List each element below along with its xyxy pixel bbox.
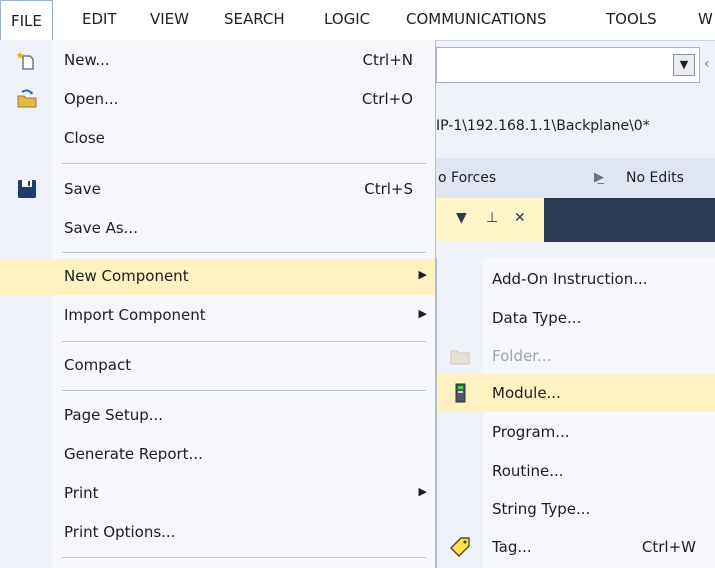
edits-status[interactable]: No Edits — [626, 170, 684, 186]
module-icon — [455, 383, 466, 403]
menu-item-label: Save As... — [64, 219, 138, 237]
toolbar-overflow-icon: ‹ — [704, 56, 710, 72]
menu-item-print-options[interactable]: Print Options... — [0, 515, 435, 551]
menu-item-label: Save — [64, 180, 101, 198]
menu-item-save[interactable]: Save Ctrl+S — [0, 172, 435, 208]
file-menu: New... Ctrl+N Open... Ctrl+O Close Save … — [0, 40, 436, 568]
menu-item-open[interactable]: Open... Ctrl+O — [0, 82, 435, 118]
menu-separator — [62, 252, 426, 254]
menu-item-label: Generate Report... — [64, 445, 203, 463]
menu-item-shortcut: Ctrl+N — [362, 51, 413, 69]
menu-separator — [62, 163, 426, 165]
menu-item-label: New... — [64, 51, 110, 69]
submenu-item-routine[interactable]: Routine... — [437, 452, 715, 490]
menu-communications[interactable]: COMMUNICATIONS — [406, 10, 547, 28]
menu-search[interactable]: SEARCH — [224, 10, 285, 28]
menu-item-label: Open... — [64, 90, 119, 108]
menu-item-save-as[interactable]: Save As... — [0, 211, 435, 247]
submenu-arrow-icon: ▶ — [418, 307, 427, 320]
submenu-item-label: Data Type... — [492, 309, 582, 327]
menu-item-new[interactable]: New... Ctrl+N — [0, 43, 435, 79]
submenu-item-label: Tag... — [492, 538, 532, 556]
menu-window[interactable]: W — [698, 10, 713, 28]
submenu-item-string-type[interactable]: String Type... — [437, 490, 715, 528]
menu-item-label: Close — [64, 129, 105, 147]
pin-icon[interactable]: ⊥ — [486, 210, 498, 226]
menu-item-label: Compact — [64, 356, 132, 374]
menu-item-print[interactable]: Print ▶ — [0, 476, 435, 512]
tag-icon — [450, 537, 470, 557]
menu-edit[interactable]: EDIT — [82, 10, 117, 28]
menu-separator — [62, 341, 426, 343]
edits-dropdown-icon[interactable]: ▶̲ — [594, 170, 604, 185]
menu-item-page-setup[interactable]: Page Setup... — [0, 398, 435, 434]
submenu-item-folder: Folder... — [437, 337, 715, 375]
controller-path: IP-1\192.168.1.1\Backplane\0* — [436, 118, 650, 134]
save-disk-icon — [18, 180, 36, 198]
menu-item-new-component[interactable]: New Component ▶ — [0, 259, 435, 295]
submenu-item-program[interactable]: Program... — [437, 413, 715, 451]
submenu-item-tag[interactable]: Tag... Ctrl+W — [437, 528, 715, 566]
menu-item-label: Print Options... — [64, 523, 176, 541]
submenu-arrow-icon: ▶ — [418, 268, 427, 281]
submenu-item-label: Add-On Instruction... — [492, 270, 648, 288]
menu-separator — [62, 557, 426, 559]
new-file-icon — [16, 51, 34, 70]
menu-item-label: Import Component — [64, 306, 206, 324]
menu-item-compact[interactable]: Compact — [0, 348, 435, 384]
menu-item-label: Print — [64, 484, 99, 502]
menu-view[interactable]: VIEW — [150, 10, 189, 28]
submenu-item-label: Module... — [492, 384, 561, 402]
menu-bar: FILE EDIT VIEW SEARCH LOGIC COMMUNICATIO… — [0, 0, 715, 41]
submenu-arrow-icon: ▶ — [418, 485, 427, 498]
submenu-item-label: Folder... — [492, 347, 552, 365]
submenu-item-shortcut: Ctrl+W — [641, 538, 696, 556]
menu-item-shortcut: Ctrl+O — [361, 90, 413, 108]
menu-tools[interactable]: TOOLS — [606, 10, 657, 28]
submenu-item-module[interactable]: Module... — [437, 374, 715, 412]
menu-file[interactable]: FILE — [0, 0, 53, 40]
menu-item-label: Page Setup... — [64, 406, 164, 424]
pane-tab: ▼ ⊥ ✕ — [436, 198, 544, 242]
menu-item-label: New Component — [64, 267, 189, 285]
close-icon[interactable]: ✕ — [514, 210, 526, 226]
submenu-item-label: Program... — [492, 423, 570, 441]
path-combo[interactable]: ▼ — [436, 47, 700, 83]
submenu-item-label: Routine... — [492, 462, 564, 480]
menu-item-import-component[interactable]: Import Component ▶ — [0, 298, 435, 334]
open-folder-icon — [17, 89, 37, 108]
forces-status[interactable]: o Forces — [438, 170, 496, 186]
submenu-item-add-on-instruction[interactable]: Add-On Instruction... — [437, 260, 715, 298]
menu-separator — [62, 390, 426, 392]
new-component-submenu: Add-On Instruction... Data Type... Folde… — [436, 258, 715, 568]
menu-logic[interactable]: LOGIC — [324, 10, 370, 28]
folder-icon — [450, 350, 470, 365]
menu-item-generate-report[interactable]: Generate Report... — [0, 437, 435, 473]
pane-dropdown-icon[interactable]: ▼ — [456, 210, 467, 226]
submenu-item-label: String Type... — [492, 500, 591, 518]
menu-item-shortcut: Ctrl+S — [364, 180, 413, 198]
submenu-item-data-type[interactable]: Data Type... — [437, 299, 715, 337]
menu-item-close[interactable]: Close — [0, 121, 435, 157]
chevron-down-icon[interactable]: ▼ — [673, 54, 695, 76]
